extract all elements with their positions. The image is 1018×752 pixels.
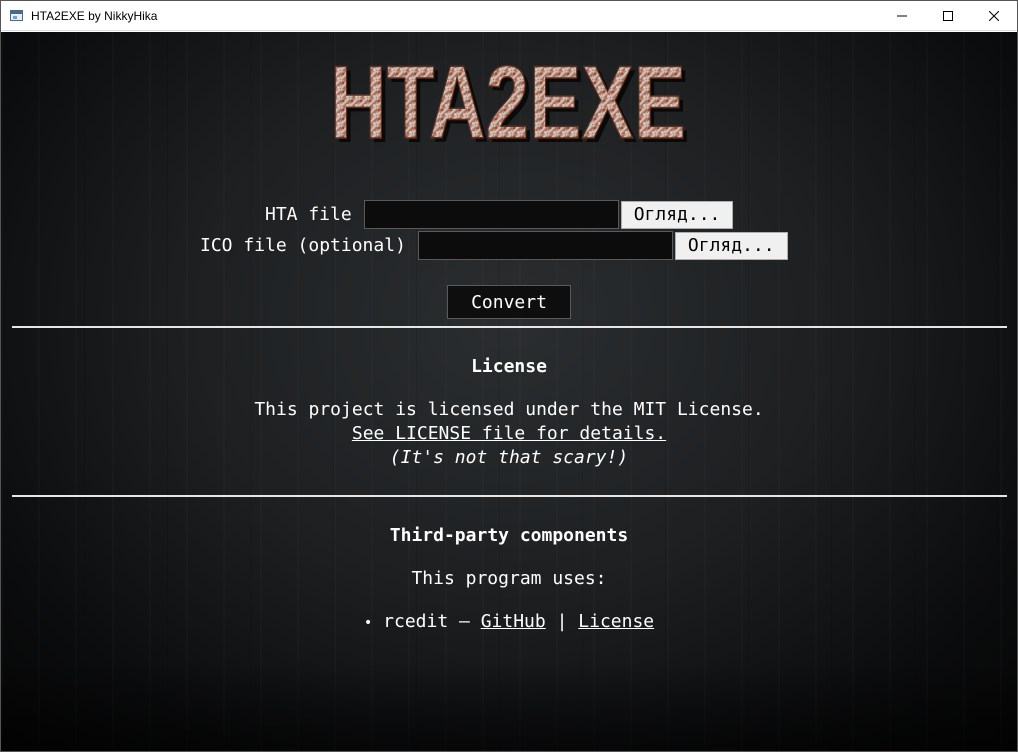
third-party-title: Third-party components xyxy=(389,525,629,546)
hta-file-label: HTA file xyxy=(265,204,352,225)
hta-browse-button[interactable]: Огляд... xyxy=(620,200,734,229)
convert-button[interactable]: Convert xyxy=(447,285,571,319)
ico-browse-button[interactable]: Огляд... xyxy=(674,231,788,260)
maximize-icon xyxy=(943,10,953,21)
hta-file-row: HTA file Огляд... xyxy=(265,200,734,229)
title-bar[interactable]: HTA2EXE by NikkyHika xyxy=(1,1,1017,31)
hta2exe-logo: HTA2EXE HTA2EXE xyxy=(329,44,690,150)
maximize-button[interactable] xyxy=(925,1,971,31)
close-icon xyxy=(989,10,999,21)
window-title: HTA2EXE by NikkyHika xyxy=(31,8,158,23)
github-link[interactable]: GitHub xyxy=(481,611,546,632)
svg-text:HTA2EXE: HTA2EXE xyxy=(330,45,686,150)
ico-file-row: ICO file (optional) Огляд... xyxy=(200,231,788,260)
minimize-button[interactable] xyxy=(879,1,925,31)
minimize-icon xyxy=(897,15,907,16)
component-name: rcedit xyxy=(383,611,449,632)
ico-file-label: ICO file (optional) xyxy=(200,235,406,256)
rcedit-license-link[interactable]: License xyxy=(578,611,654,632)
license-title: License xyxy=(471,356,547,377)
dash: — xyxy=(459,611,470,632)
bullet: • xyxy=(363,615,373,631)
hta-file-input[interactable] xyxy=(363,200,619,229)
license-note: (It's not that scary!) xyxy=(389,447,629,468)
close-button[interactable] xyxy=(971,1,1017,31)
license-link-row: See LICENSE file for details. xyxy=(1,423,1017,444)
third-party-intro: This program uses: xyxy=(411,568,607,589)
license-file-link[interactable]: See LICENSE file for details. xyxy=(352,423,666,444)
window-controls xyxy=(879,1,1017,31)
main-content: HTA2EXE HTA2EXE HTA file Огляд... ICO fi… xyxy=(1,32,1017,751)
ico-file-input[interactable] xyxy=(417,231,673,260)
app-icon[interactable] xyxy=(9,8,25,24)
list-item: • rcedit — GitHub | License xyxy=(1,611,1017,632)
license-text: This project is licensed under the MIT L… xyxy=(254,399,764,420)
app-window: HTA2EXE by NikkyHika HTA2EXE HTA2EXE HTA… xyxy=(0,0,1018,752)
divider xyxy=(12,326,1007,328)
separator: | xyxy=(556,611,568,632)
divider xyxy=(12,495,1007,497)
